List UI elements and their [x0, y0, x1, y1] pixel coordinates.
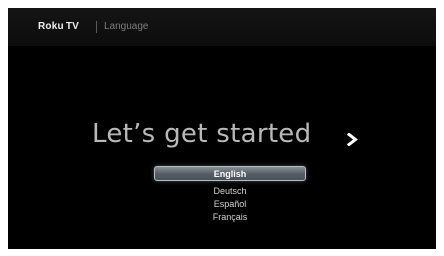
- breadcrumb-language: Language: [104, 21, 149, 32]
- language-option-espanol[interactable]: Español: [154, 198, 306, 211]
- tv-screen: Roku TV Language Let’s get started Englis…: [8, 8, 436, 249]
- page-title: Let’s get started: [92, 119, 312, 149]
- roku-tv-logo: Roku TV: [38, 21, 79, 32]
- language-option-francais[interactable]: Français: [154, 211, 306, 224]
- language-option-english[interactable]: English: [154, 166, 306, 181]
- brand-tv: TV: [65, 21, 79, 32]
- brand-roku: Roku: [38, 21, 64, 32]
- language-list: English Deutsch Español Français: [154, 166, 306, 224]
- language-option-deutsch[interactable]: Deutsch: [154, 185, 306, 198]
- header-divider: [96, 21, 97, 33]
- chevron-right-icon[interactable]: [346, 133, 359, 146]
- header-bar: Roku TV Language: [8, 8, 436, 46]
